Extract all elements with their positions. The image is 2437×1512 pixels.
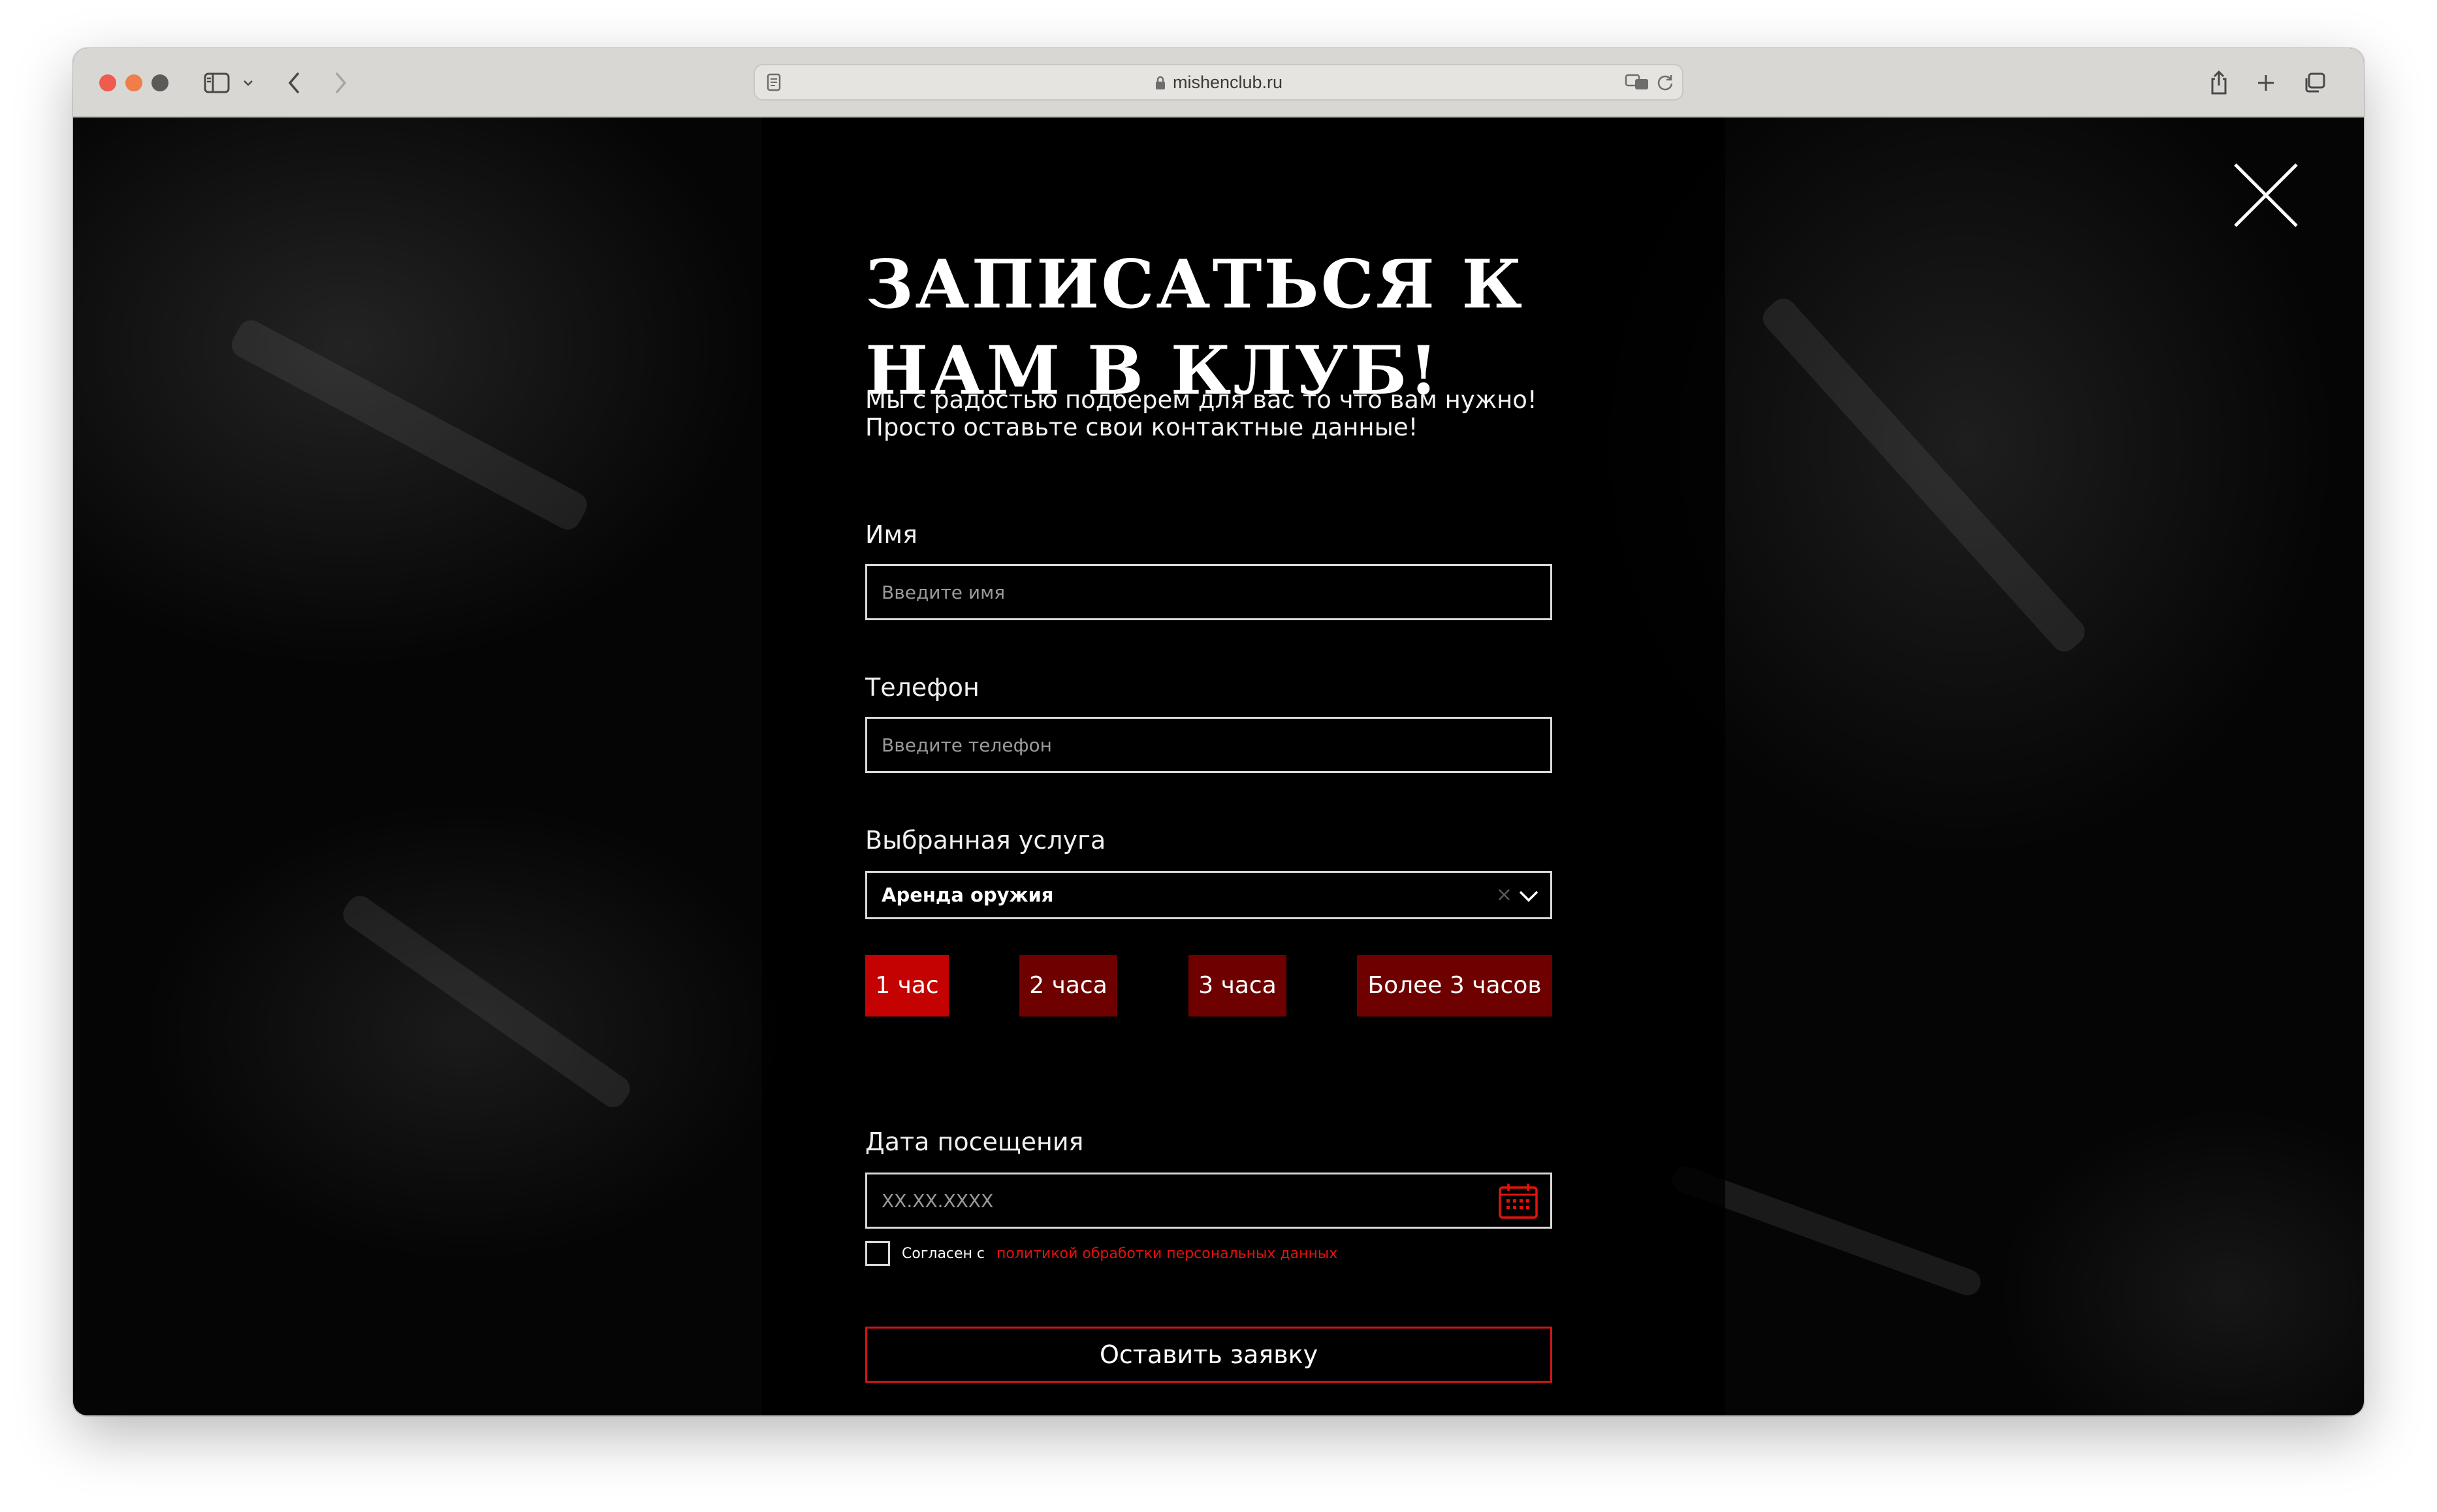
clear-icon[interactable]: ×: [1496, 873, 1512, 917]
privacy-policy-link[interactable]: политикой обработки персональных данных: [996, 1246, 1337, 1262]
minimize-window-button[interactable]: [125, 74, 142, 91]
name-input[interactable]: [867, 566, 1550, 618]
close-icon: [2234, 163, 2298, 227]
duration-2-hours-button[interactable]: 2 часа: [1019, 955, 1117, 1016]
service-selected-value: Аренда оружия: [882, 884, 1054, 906]
service-label: Выбранная услуга: [865, 826, 1106, 855]
consent-row: Согласен с политикой обработки персональ…: [865, 1240, 1337, 1267]
name-label: Имя: [865, 520, 917, 549]
browser-window: mishenclub.ru ЗАПИСАТЬСЯ К НАМ В КЛУБ! М…: [73, 48, 2364, 1415]
phone-field[interactable]: [865, 717, 1552, 773]
name-field[interactable]: [865, 564, 1552, 620]
duration-3-hours-button[interactable]: 3 часа: [1188, 955, 1286, 1016]
service-select[interactable]: Аренда оружия ×: [865, 871, 1552, 919]
back-icon[interactable]: [281, 67, 307, 99]
lock-icon: [1155, 68, 1166, 102]
submit-button[interactable]: Оставить заявку: [865, 1327, 1552, 1383]
chevron-down-icon[interactable]: [240, 67, 256, 99]
phone-input[interactable]: [867, 719, 1550, 771]
sidebar-icon[interactable]: [201, 67, 232, 99]
phone-label: Телефон: [865, 673, 980, 702]
translate-icon[interactable]: [1625, 73, 1651, 94]
modal-subtitle: Мы с радостью подберем для вас то что ва…: [865, 386, 1552, 441]
date-label: Дата посещения: [865, 1127, 1084, 1156]
date-field[interactable]: [865, 1173, 1552, 1229]
maximize-window-button[interactable]: [151, 74, 168, 91]
consent-text: Согласен с: [902, 1245, 985, 1262]
subtitle-line-1: Мы с радостью подберем для вас то что ва…: [865, 386, 1537, 414]
date-input[interactable]: [867, 1174, 1550, 1227]
close-window-button[interactable]: [99, 74, 116, 91]
duration-1-hour-button[interactable]: 1 час: [865, 955, 949, 1016]
subtitle-line-2: Просто оставьте свои контактные данные!: [865, 413, 1418, 441]
chevron-down-icon[interactable]: [1518, 885, 1540, 909]
reload-icon[interactable]: [1656, 73, 1674, 94]
consent-checkbox[interactable]: [865, 1241, 890, 1266]
page-background: ЗАПИСАТЬСЯ К НАМ В КЛУБ! Мы с радостью п…: [73, 118, 2364, 1415]
browser-toolbar: mishenclub.ru: [73, 48, 2364, 118]
background-texture: [338, 890, 635, 1112]
background-texture: [1757, 293, 2090, 657]
tab-overview-icon[interactable]: [2300, 67, 2329, 99]
address-bar[interactable]: mishenclub.ru: [754, 64, 1683, 101]
share-icon[interactable]: [2206, 67, 2232, 99]
new-tab-icon[interactable]: [2253, 67, 2279, 99]
duration-more-3-hours-button[interactable]: Более 3 часов: [1357, 955, 1552, 1016]
title-line-1: ЗАПИСАТЬСЯ К: [865, 245, 1525, 324]
background-texture: [227, 315, 592, 535]
calendar-icon[interactable]: [1498, 1182, 1538, 1223]
url-text: mishenclub.ru: [755, 65, 1682, 99]
close-modal-button[interactable]: [2230, 159, 2302, 231]
forward-icon[interactable]: [328, 67, 354, 99]
